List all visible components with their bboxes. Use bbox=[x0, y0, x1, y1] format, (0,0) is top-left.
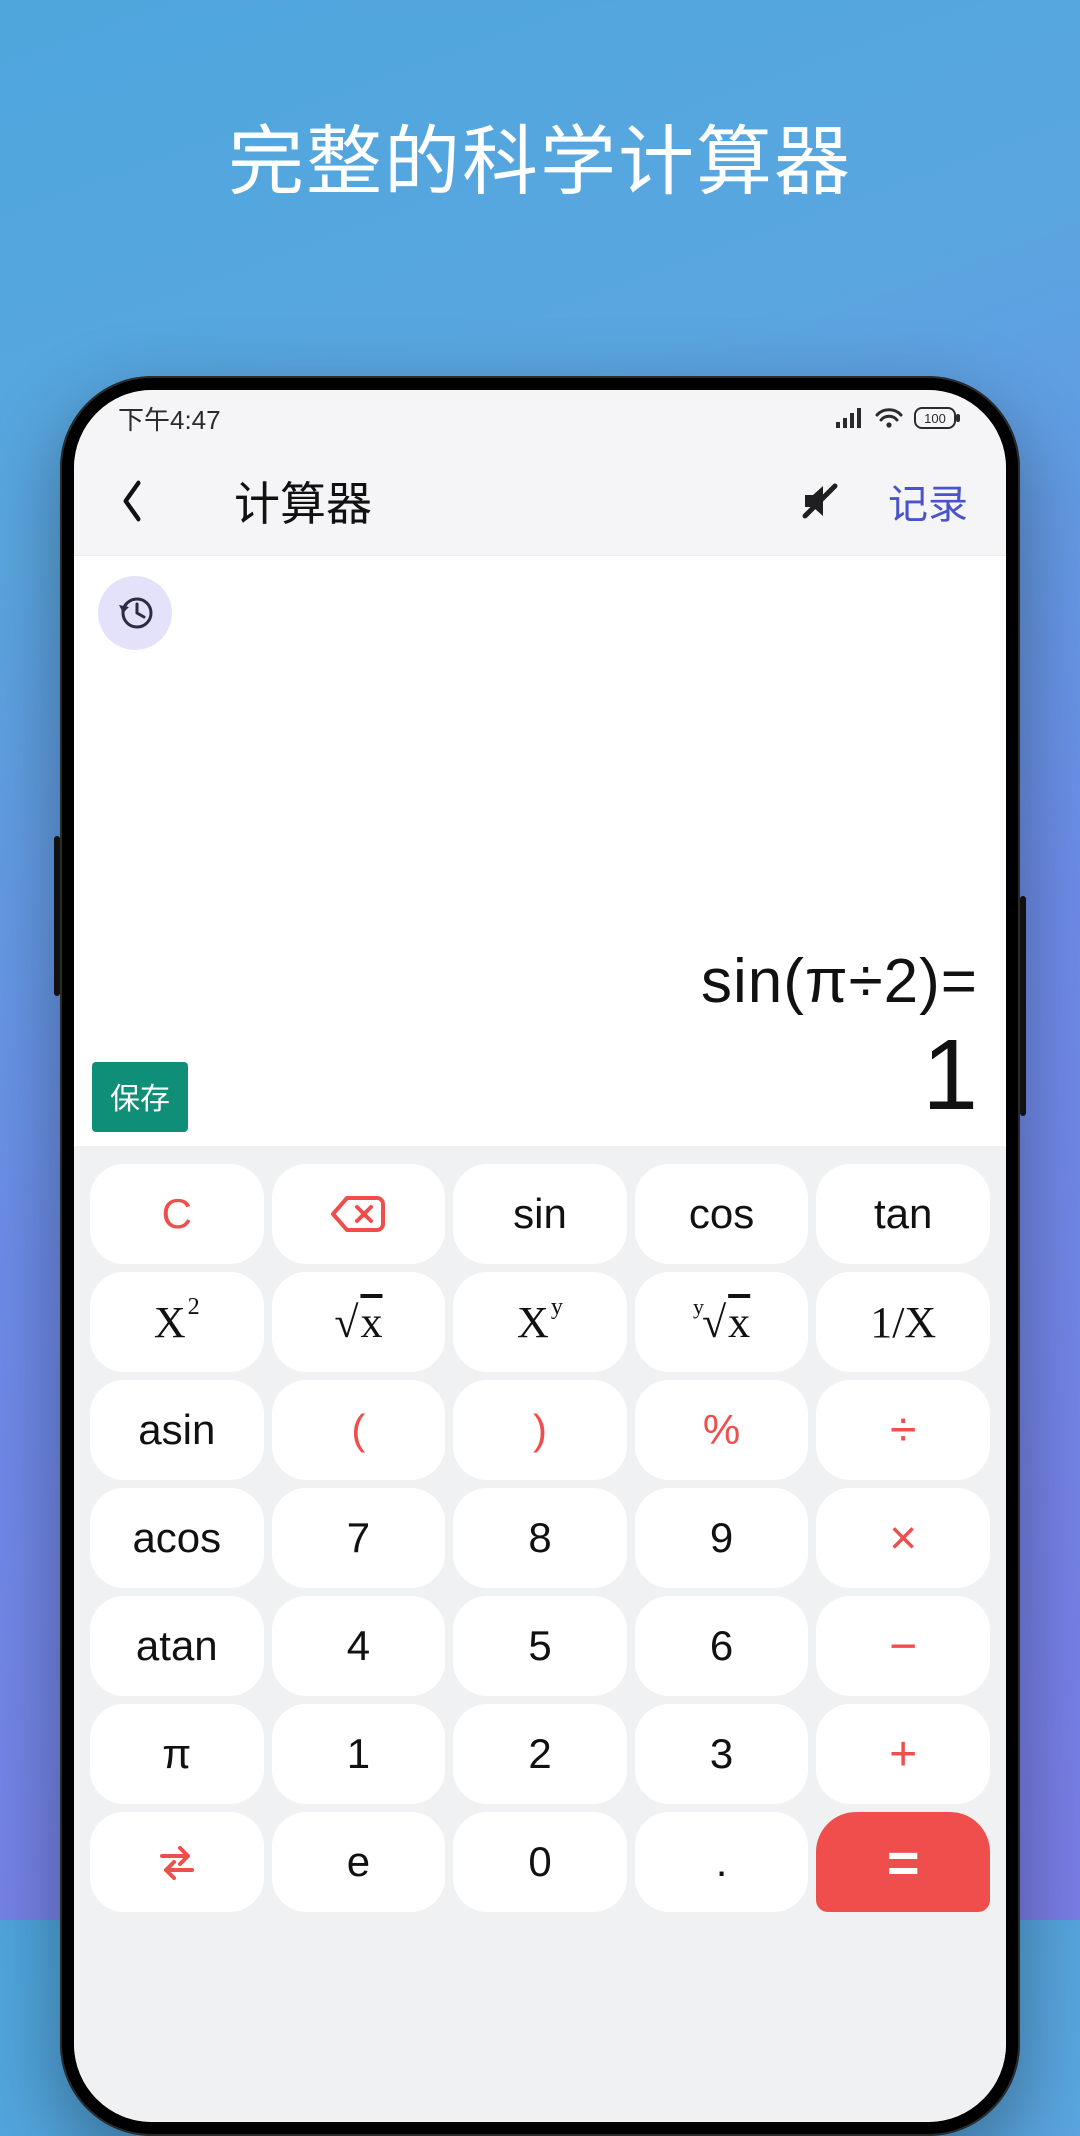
nav-bar: 计算器 记录 bbox=[74, 446, 1006, 556]
key-tan[interactable]: tan bbox=[816, 1164, 990, 1264]
status-bar: 下午4:47 100 bbox=[74, 390, 1006, 446]
key-8[interactable]: 8 bbox=[453, 1488, 627, 1588]
history-button[interactable] bbox=[98, 576, 172, 650]
phone-screen: 下午4:47 100 计算器 bbox=[74, 390, 1006, 2122]
key-6[interactable]: 6 bbox=[635, 1596, 809, 1696]
key-divide[interactable]: ÷ bbox=[816, 1380, 990, 1480]
svg-text:100: 100 bbox=[924, 411, 946, 426]
key-1[interactable]: 1 bbox=[272, 1704, 446, 1804]
key-inverse[interactable]: 1/X bbox=[816, 1272, 990, 1372]
key-lparen[interactable]: ( bbox=[272, 1380, 446, 1480]
key-power[interactable]: Xy bbox=[453, 1272, 627, 1372]
save-button[interactable]: 保存 bbox=[92, 1062, 188, 1132]
key-4[interactable]: 4 bbox=[272, 1596, 446, 1696]
swap-icon bbox=[154, 1844, 200, 1880]
key-pi[interactable]: π bbox=[90, 1704, 264, 1804]
key-backspace[interactable] bbox=[272, 1164, 446, 1264]
status-time: 下午4:47 bbox=[118, 400, 221, 437]
key-5[interactable]: 5 bbox=[453, 1596, 627, 1696]
key-acos[interactable]: acos bbox=[90, 1488, 264, 1588]
key-cos[interactable]: cos bbox=[635, 1164, 809, 1264]
key-0[interactable]: 0 bbox=[453, 1812, 627, 1912]
wifi-icon bbox=[874, 407, 904, 429]
backspace-icon bbox=[331, 1194, 385, 1234]
speaker-mute-icon bbox=[799, 480, 841, 522]
back-button[interactable] bbox=[102, 471, 162, 531]
mute-button[interactable] bbox=[790, 471, 850, 531]
phone-frame: 下午4:47 100 计算器 bbox=[60, 376, 1020, 2136]
key-dot[interactable]: . bbox=[635, 1812, 809, 1912]
key-clear[interactable]: C bbox=[90, 1164, 264, 1264]
key-atan[interactable]: atan bbox=[90, 1596, 264, 1696]
display-area: sin(π÷2)= 1 保存 bbox=[74, 556, 1006, 1146]
signal-icon bbox=[836, 408, 864, 428]
key-sqrt[interactable]: √x bbox=[272, 1272, 446, 1372]
key-add[interactable]: + bbox=[816, 1704, 990, 1804]
key-swap[interactable] bbox=[90, 1812, 264, 1912]
key-asin[interactable]: asin bbox=[90, 1380, 264, 1480]
key-sin[interactable]: sin bbox=[453, 1164, 627, 1264]
key-subtract[interactable]: − bbox=[816, 1596, 990, 1696]
expression-display: sin(π÷2)= bbox=[98, 946, 978, 1017]
history-icon bbox=[115, 593, 155, 633]
promo-title: 完整的科学计算器 bbox=[228, 100, 852, 210]
key-multiply[interactable]: × bbox=[816, 1488, 990, 1588]
key-7[interactable]: 7 bbox=[272, 1488, 446, 1588]
key-2[interactable]: 2 bbox=[453, 1704, 627, 1804]
key-e[interactable]: e bbox=[272, 1812, 446, 1912]
key-rparen[interactable]: ) bbox=[453, 1380, 627, 1480]
key-9[interactable]: 9 bbox=[635, 1488, 809, 1588]
key-square[interactable]: X2 bbox=[90, 1272, 264, 1372]
keypad: C sin cos tan X2 √x Xy y√x 1/X asin ( ) … bbox=[74, 1146, 1006, 2122]
result-display: 1 bbox=[98, 1023, 978, 1128]
key-percent[interactable]: % bbox=[635, 1380, 809, 1480]
battery-icon: 100 bbox=[914, 407, 962, 429]
key-nth-root[interactable]: y√x bbox=[635, 1272, 809, 1372]
chevron-left-icon bbox=[119, 479, 145, 523]
key-3[interactable]: 3 bbox=[635, 1704, 809, 1804]
page-title: 计算器 bbox=[234, 468, 372, 534]
history-link[interactable]: 记录 bbox=[878, 466, 978, 536]
key-equals[interactable]: = bbox=[816, 1812, 990, 1912]
